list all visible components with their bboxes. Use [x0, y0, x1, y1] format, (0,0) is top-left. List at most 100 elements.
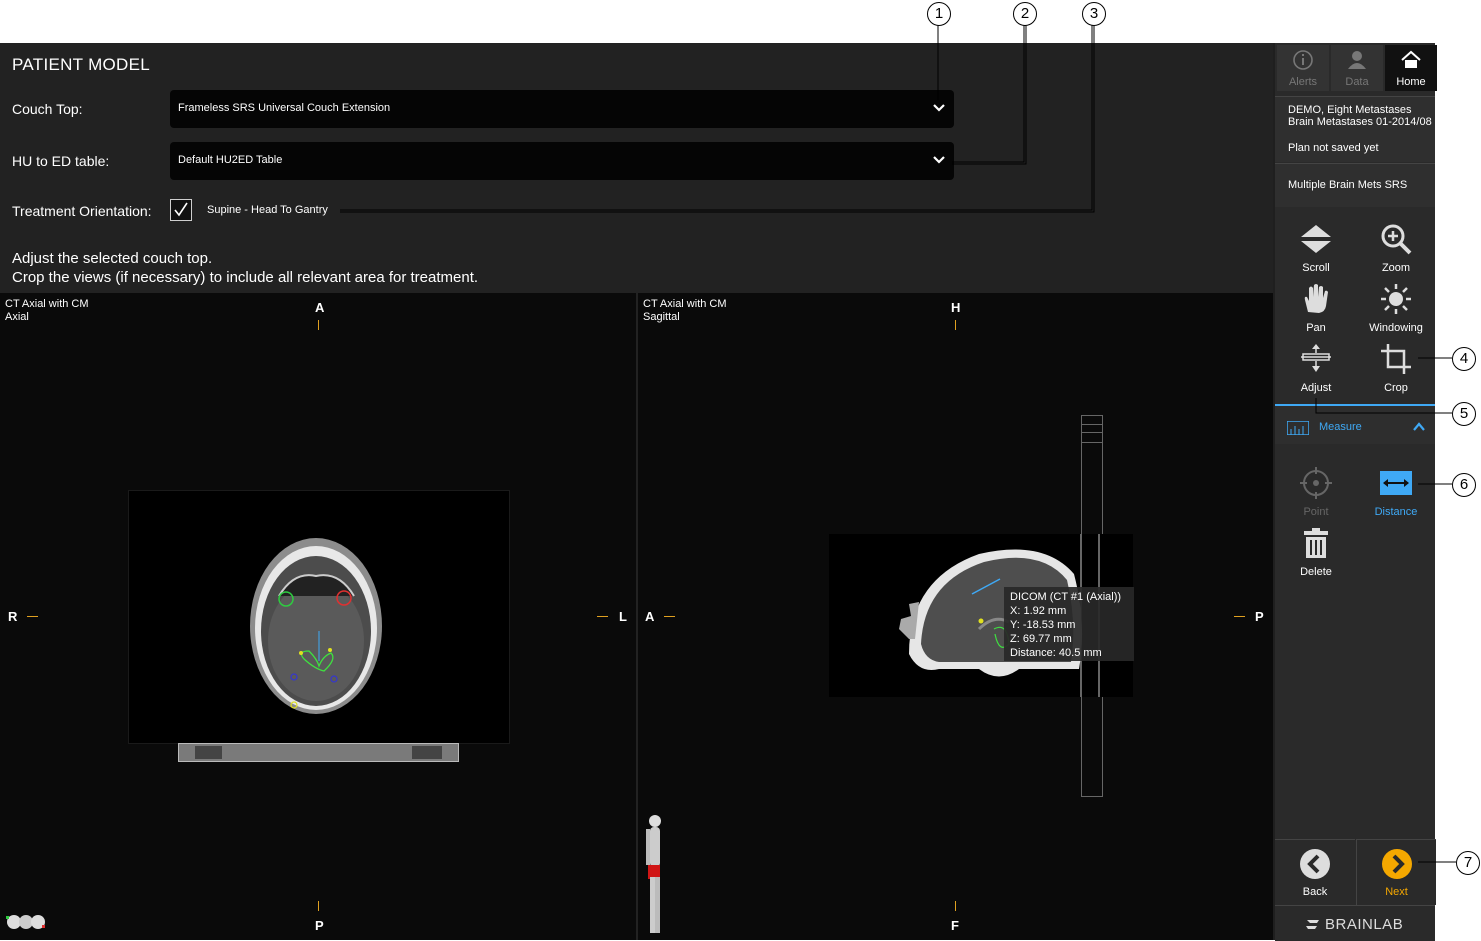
point-icon — [1300, 467, 1332, 499]
tab-label: Home — [1396, 76, 1426, 88]
point-tool[interactable]: Point — [1276, 462, 1356, 520]
orientation-tick — [27, 616, 38, 617]
couch-divider — [1082, 442, 1102, 443]
measure-tools-group: Point Distance Delete — [1275, 446, 1435, 582]
crop-icon — [1381, 344, 1411, 374]
pan-tool[interactable]: Pan — [1276, 278, 1356, 336]
back-arrow-icon — [1300, 849, 1330, 879]
patient-case: Brain Metastases 01-2014/08 — [1288, 116, 1432, 128]
next-button[interactable]: Next — [1356, 839, 1436, 905]
callout-marker: 4 — [1452, 347, 1476, 371]
measurement-source: DICOM (CT #1 (Axial)) — [1010, 591, 1122, 603]
instructions: Adjust the selected couch top. Crop the … — [12, 249, 478, 287]
orientation-label: Treatment Orientation: — [12, 203, 152, 219]
orientation-tick — [1234, 616, 1245, 617]
orientation-marker-top: H — [951, 300, 961, 315]
windowing-tool[interactable]: Windowing — [1356, 278, 1436, 336]
zoom-tool[interactable]: Zoom — [1356, 218, 1436, 276]
measure-section-header[interactable]: Measure — [1275, 404, 1435, 444]
orientation-value: Supine - Head To Gantry — [207, 204, 328, 216]
tool-label: Pan — [1306, 322, 1326, 334]
body-orientation-icon — [646, 815, 661, 933]
orientation-marker-bottom: P — [315, 918, 324, 933]
orientation-marker-bottom: F — [951, 918, 959, 933]
hand-icon — [1304, 284, 1328, 313]
view-plane-name: Sagittal — [643, 311, 680, 323]
hu-table-dropdown[interactable]: Default HU2ED Table — [170, 142, 954, 180]
info-icon — [1293, 50, 1313, 70]
tool-label: Delete — [1300, 566, 1332, 578]
sidebar: Alerts Data Home DEMO, Eight Metastases … — [1275, 43, 1437, 941]
scroll-icon — [1301, 225, 1331, 253]
hu-table-label: HU to ED table: — [12, 153, 110, 169]
brainlab-logo-icon — [1306, 920, 1319, 929]
measurement-x: X: 1.92 mm — [1010, 605, 1067, 617]
tab-home[interactable]: Home — [1385, 45, 1437, 91]
callout-marker: 7 — [1456, 851, 1480, 875]
tab-label: Data — [1345, 76, 1369, 88]
sagittal-view[interactable]: CT Axial with CM Sagittal H F A P DICOM … — [638, 293, 1273, 940]
measure-label: Measure — [1319, 421, 1362, 433]
callout-marker: 3 — [1082, 2, 1106, 26]
plan-name[interactable]: Multiple Brain Mets SRS — [1275, 163, 1435, 207]
back-label: Back — [1302, 886, 1328, 898]
orientation-marker-right: P — [1255, 609, 1264, 624]
orientation-tick — [664, 616, 675, 617]
tab-alerts[interactable]: Alerts — [1277, 45, 1329, 91]
tool-label: Scroll — [1302, 262, 1330, 274]
delete-icon — [1304, 528, 1328, 558]
patient-info[interactable]: DEMO, Eight Metastases Brain Metastases … — [1275, 96, 1435, 162]
orientation-tick — [318, 901, 319, 911]
checkmark-icon — [174, 202, 188, 217]
windowing-icon — [1381, 284, 1411, 314]
orientation-checkbox[interactable] — [170, 199, 192, 221]
tool-label: Zoom — [1381, 262, 1411, 274]
scroll-tool[interactable]: Scroll — [1276, 218, 1356, 276]
view-plane-name: Axial — [5, 311, 29, 323]
callout-marker: 1 — [927, 2, 951, 26]
tool-label: Crop — [1384, 382, 1408, 394]
tab-label: Alerts — [1288, 76, 1318, 88]
orientation-tick — [597, 616, 608, 617]
couch-top-model[interactable] — [178, 743, 459, 762]
measurement-z: Z: 69.77 mm — [1010, 633, 1072, 645]
couch-top-label: Couch Top: — [12, 101, 83, 117]
orientation-marker-top: A — [315, 300, 325, 315]
next-label: Next — [1385, 886, 1408, 898]
measurement-distance: Distance: 40.5 mm — [1010, 647, 1102, 659]
tool-label: Windowing — [1369, 322, 1423, 334]
adjust-icon — [1301, 344, 1331, 372]
chevron-down-icon — [933, 104, 945, 112]
page-title: PATIENT MODEL — [12, 55, 151, 74]
axial-ct-image[interactable] — [128, 490, 510, 744]
view-title: CT Axial with CM Axial — [5, 298, 89, 324]
couch-divider — [1082, 424, 1102, 425]
callout-marker: 6 — [1452, 473, 1476, 497]
couch-segment — [412, 746, 442, 759]
plan-status: Plan not saved yet — [1288, 142, 1379, 154]
ruler-icon — [1287, 421, 1309, 435]
brain-axial-scan-icon — [250, 538, 382, 714]
measurement-y: Y: -18.53 mm — [1010, 619, 1076, 631]
delete-tool[interactable]: Delete — [1276, 522, 1356, 580]
patient-model-panel: PATIENT MODEL Couch Top: Frameless SRS U… — [0, 43, 1273, 940]
tab-data[interactable]: Data — [1331, 45, 1383, 91]
orientation-tick — [955, 901, 956, 911]
zoom-icon — [1381, 224, 1412, 255]
next-arrow-icon — [1382, 849, 1412, 879]
patient-data-icon — [1348, 51, 1366, 69]
axial-view[interactable]: CT Axial with CM Axial A P R L — [0, 293, 636, 940]
orientation-tick — [318, 320, 319, 330]
couch-top-dropdown[interactable]: Frameless SRS Universal Couch Extension — [170, 90, 954, 128]
callout-marker: 5 — [1452, 402, 1476, 426]
adjust-tool[interactable]: Adjust — [1276, 338, 1356, 396]
distance-icon — [1380, 471, 1412, 495]
brand-name: BRAINLAB — [1325, 916, 1404, 933]
home-icon — [1401, 50, 1421, 68]
tool-label: Point — [1303, 506, 1329, 518]
back-button[interactable]: Back — [1275, 839, 1355, 905]
distance-tool[interactable]: Distance — [1356, 462, 1436, 520]
hu-table-value: Default HU2ED Table — [178, 154, 283, 166]
crop-tool[interactable]: Crop — [1356, 338, 1436, 396]
orientation-marker-left: R — [8, 609, 18, 624]
